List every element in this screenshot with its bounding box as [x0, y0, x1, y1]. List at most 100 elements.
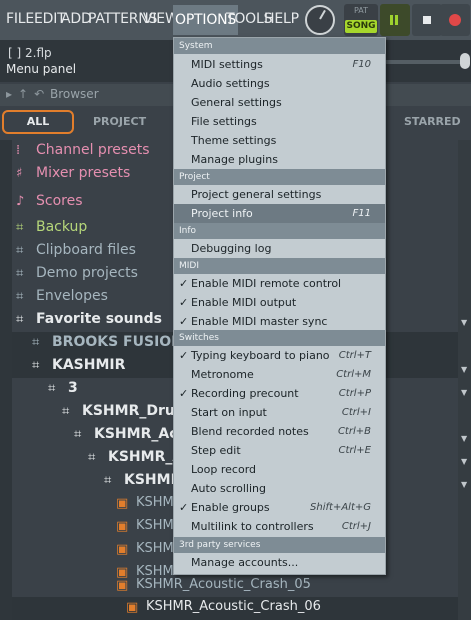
- menu-item-label: Project info: [191, 207, 253, 220]
- menu-item-shortcut: Ctrl+E: [338, 445, 372, 456]
- checkmark-icon: ✓: [179, 387, 189, 400]
- browser-gutter: [0, 140, 12, 620]
- menu-item-shortcut: Ctrl+M: [336, 369, 371, 380]
- menu-item-label: General settings: [191, 96, 282, 109]
- menu-item-enable-midi-master-sync[interactable]: ✓ Enable MIDI master sync: [174, 312, 385, 331]
- record-button[interactable]: [440, 4, 470, 36]
- project-name: [ ] 2.flp: [8, 46, 52, 60]
- menu-item-theme-settings[interactable]: Theme settings: [174, 131, 385, 150]
- scroll-marker-icon: ▼: [461, 365, 468, 374]
- browser-item[interactable]: ▣ KSHMR_Acoustic_Crash_05: [12, 575, 458, 598]
- channel-presets-icon: ⁞: [16, 143, 21, 158]
- master-volume-knob[interactable]: [305, 5, 335, 35]
- scroll-marker-icon: ▼: [461, 457, 468, 466]
- menu-item-project-info[interactable]: Project info F11: [174, 204, 385, 223]
- menu-item-manage-plugins[interactable]: Manage plugins: [174, 150, 385, 169]
- menu-item-shortcut: F10: [352, 59, 371, 70]
- folder-icon: ⌗: [16, 220, 24, 235]
- browser-item-label: Mixer presets: [36, 165, 131, 181]
- audio-file-icon: ▣: [116, 496, 129, 511]
- menu-item-label: Enable MIDI master sync: [191, 315, 328, 328]
- menu-item-debugging-log[interactable]: Debugging log: [174, 239, 385, 258]
- menu-item-enable-midi-output[interactable]: ✓ Enable MIDI output: [174, 293, 385, 312]
- checkmark-icon: ✓: [179, 349, 189, 362]
- folder-open-icon: ⌗: [32, 358, 40, 373]
- browser-item-label: Channel presets: [36, 142, 150, 158]
- menu-help[interactable]: HELP: [264, 11, 299, 27]
- menu-item-midi-settings[interactable]: MIDI settings F10: [174, 55, 385, 74]
- menu-item-recording-precount[interactable]: ✓ Recording precount Ctrl+P: [174, 384, 385, 403]
- menu-item-typing-keyboard-to-piano[interactable]: ✓ Typing keyboard to piano Ctrl+T: [174, 346, 385, 365]
- menu-item-label: Typing keyboard to piano: [191, 349, 330, 362]
- hint-text: Menu panel: [6, 62, 77, 76]
- browser-nav-icons[interactable]: ▸↑↶: [6, 87, 50, 101]
- browser-title: Browser: [50, 87, 99, 101]
- menu-item-shortcut: Ctrl+P: [338, 388, 371, 399]
- main-pitch-slider-handle[interactable]: [460, 53, 470, 69]
- audio-file-icon: ▣: [116, 578, 129, 593]
- menu-item-audio-settings[interactable]: Audio settings: [174, 74, 385, 93]
- menu-item-label: Auto scrolling: [191, 482, 266, 495]
- scores-icon: ♪: [16, 194, 25, 209]
- menu-item-file-settings[interactable]: File settings: [174, 112, 385, 131]
- menu-item-label: Step edit: [191, 444, 241, 457]
- menu-item-label: MIDI settings: [191, 58, 263, 71]
- section-system: System: [174, 38, 385, 54]
- section-midi: MIDI: [174, 258, 385, 274]
- section-third-party: 3rd party services: [174, 537, 385, 553]
- menu-item-label: Enable MIDI remote control: [191, 277, 342, 290]
- browser-item[interactable]: ▣ KSHMR_Acoustic_Crash_06: [12, 597, 458, 620]
- browser-item-label: Backup: [36, 219, 88, 235]
- menu-item-step-edit[interactable]: Step edit Ctrl+E: [174, 441, 385, 460]
- menu-item-general-settings[interactable]: General settings: [174, 93, 385, 112]
- menu-item-project-general-settings[interactable]: Project general settings: [174, 185, 385, 204]
- pat-label: PAT: [353, 6, 369, 15]
- menu-item-metronome[interactable]: Metronome Ctrl+M: [174, 365, 385, 384]
- tab-project[interactable]: PROJECT: [93, 115, 146, 128]
- scroll-marker-icon: ▼: [461, 318, 468, 327]
- menu-item-enable-midi-remote-control[interactable]: ✓ Enable MIDI remote control: [174, 274, 385, 293]
- audio-file-icon: ▣: [116, 542, 129, 557]
- menu-item-label: Theme settings: [191, 134, 277, 147]
- menu-item-label: Multilink to controllers: [191, 520, 314, 533]
- folder-open-icon: ⌗: [74, 427, 82, 442]
- menu-item-label: Manage plugins: [191, 153, 278, 166]
- browser-scrollbar[interactable]: [458, 140, 471, 620]
- scroll-marker-icon: ▼: [461, 388, 468, 397]
- menu-item-label: Metronome: [191, 368, 254, 381]
- tab-starred[interactable]: STARRED: [404, 115, 461, 128]
- browser-item-label: Envelopes: [36, 288, 108, 304]
- menu-item-auto-scrolling[interactable]: Auto scrolling: [174, 479, 385, 498]
- checkmark-icon: ✓: [179, 501, 189, 514]
- menu-item-manage-accounts[interactable]: Manage accounts...: [174, 553, 385, 572]
- menu-item-shortcut: Ctrl+I: [341, 407, 371, 418]
- menu-item-blend-recorded-notes[interactable]: Blend recorded notes Ctrl+B: [174, 422, 385, 441]
- folder-open-icon: ⌗: [48, 381, 56, 396]
- section-project: Project: [174, 169, 385, 185]
- menu-item-label: Loop record: [191, 463, 257, 476]
- folder-open-icon: ⌗: [88, 450, 96, 465]
- menu-item-label: Recording precount: [191, 387, 299, 400]
- menu-file[interactable]: FILE: [6, 11, 34, 27]
- pause-icon: [390, 15, 393, 25]
- checkmark-icon: ✓: [179, 277, 189, 290]
- scroll-marker-icon: ▼: [461, 480, 468, 489]
- pause-button[interactable]: [380, 4, 410, 36]
- pat-song-toggle[interactable]: PAT SONG: [344, 4, 378, 36]
- menu-item-shortcut: Ctrl+T: [338, 350, 371, 361]
- menu-item-enable-groups[interactable]: ✓ Enable groups Shift+Alt+G: [174, 498, 385, 517]
- browser-item-label: KASHMIR: [52, 357, 126, 373]
- menu-item-loop-record[interactable]: Loop record: [174, 460, 385, 479]
- folder-icon: ⌗: [16, 289, 24, 304]
- scroll-marker-icon: ▼: [461, 434, 468, 443]
- browser-item-label: Clipboard files: [36, 242, 136, 258]
- stop-button[interactable]: [412, 4, 442, 36]
- menu-add[interactable]: ADD: [61, 11, 92, 27]
- tab-all[interactable]: ALL: [2, 110, 74, 134]
- browser-item-label: Demo projects: [36, 265, 138, 281]
- folder-open-icon: ⌗: [62, 404, 70, 419]
- menu-item-label: Debugging log: [191, 242, 272, 255]
- menu-item-multilink-to-controllers[interactable]: Multilink to controllers Ctrl+J: [174, 517, 385, 536]
- browser-item-label: BROOKS FUSION: [52, 334, 183, 350]
- menu-item-start-on-input[interactable]: Start on input Ctrl+I: [174, 403, 385, 422]
